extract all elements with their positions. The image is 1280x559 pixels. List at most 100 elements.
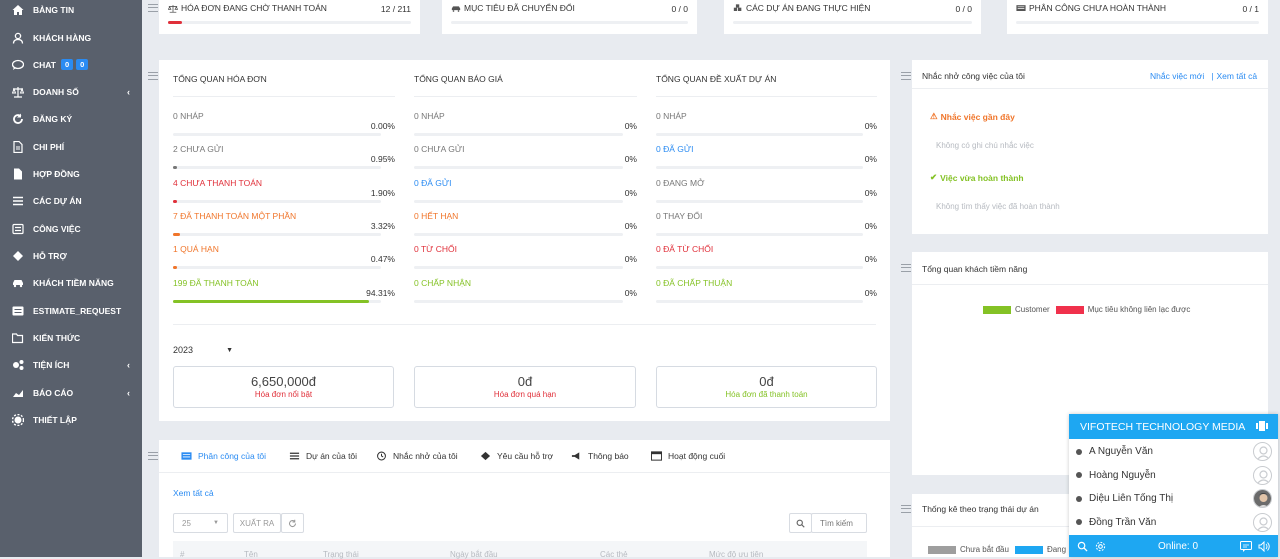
- status-progress: [656, 266, 863, 269]
- legend-label[interactable]: Đang: [1047, 545, 1066, 554]
- chat-expand-icon[interactable]: [1256, 421, 1268, 431]
- sidebar-item-14[interactable]: BÁO CÁO ‹: [0, 379, 142, 406]
- stat-card-3[interactable]: PHÂN CÔNG CHƯA HOÀN THÀNH 0 / 1: [1007, 0, 1268, 34]
- status-label: CHƯA GỬI: [180, 144, 224, 154]
- status-count: 0: [656, 211, 661, 221]
- search-button[interactable]: [789, 513, 812, 533]
- invoice-summary-box[interactable]: 0đ Hóa đơn đã thanh toán: [656, 366, 877, 408]
- sidebar-item-9[interactable]: HỖ TRỢ: [0, 242, 142, 269]
- status-percent: 0%: [624, 288, 637, 298]
- chevron-left-icon[interactable]: ‹: [127, 87, 130, 97]
- project-stats-menu-icon[interactable]: [901, 505, 911, 513]
- status-label: NHÁP: [421, 111, 445, 121]
- tab-1[interactable]: Dự án của tôi: [289, 451, 357, 461]
- message-icon[interactable]: [1240, 540, 1252, 552]
- reminders-menu-icon[interactable]: [901, 72, 911, 80]
- status-percent: 94.31%: [366, 288, 395, 298]
- chat-badge: 0: [76, 59, 89, 70]
- sidebar-item-4[interactable]: ĐĂNG KÝ: [0, 105, 142, 132]
- chat-user[interactable]: Hoàng Nguyễn: [1069, 464, 1278, 487]
- table-column-header[interactable]: Mức độ ưu tiên: [709, 550, 763, 559]
- tab-5[interactable]: Hoạt động cuối: [651, 451, 725, 461]
- invoices-overview-title: TỔNG QUAN HÓA ĐƠN: [173, 74, 267, 84]
- status-percent: 0%: [864, 221, 877, 231]
- recent-empty-text: Không có ghi chú nhắc việc: [936, 141, 1034, 150]
- tab-0[interactable]: Phân công của tôi: [181, 451, 266, 461]
- legend-label[interactable]: Chưa bắt đầu: [960, 545, 1009, 554]
- cubes-icon: [733, 3, 742, 11]
- status-progress: [414, 300, 623, 303]
- search-input[interactable]: [811, 513, 867, 533]
- status-label: ĐÃ GỬI: [663, 144, 694, 154]
- stats-menu-icon[interactable]: [148, 4, 158, 12]
- sidebar-item-12[interactable]: KIẾN THỨC: [0, 324, 142, 351]
- view-all-reminders-link[interactable]: Xem tất cả: [1216, 71, 1257, 81]
- tab-4[interactable]: Thông báo: [571, 451, 629, 461]
- chat-badge: 0: [60, 59, 74, 70]
- stat-card-0[interactable]: HÓA ĐƠN ĐANG CHỜ THANH TOÁN 12 / 211: [159, 0, 420, 34]
- sidebar-item-7[interactable]: CÁC DỰ ÁN: [0, 187, 142, 214]
- table-column-header[interactable]: Ngày bắt đầu: [450, 550, 498, 559]
- sidebar-item-10[interactable]: KHÁCH TIỀM NĂNG: [0, 269, 142, 296]
- table-column-header[interactable]: Trạng thái: [323, 550, 359, 559]
- status-label: ĐÃ THANH TOÁN: [189, 278, 259, 288]
- status-percent: 3.32%: [370, 221, 395, 231]
- status-percent: 0%: [864, 188, 877, 198]
- new-reminder-link[interactable]: Nhắc việc mới: [1150, 71, 1204, 81]
- tab-label: Thông báo: [588, 451, 629, 461]
- search-icon[interactable]: [1077, 541, 1088, 552]
- volume-icon[interactable]: [1258, 540, 1270, 552]
- invoice-summary-box[interactable]: 6,650,000đ Hóa đơn nổi bật: [173, 366, 394, 408]
- sidebar-item-0[interactable]: BẢNG TIN: [0, 0, 142, 23]
- chevron-left-icon[interactable]: ‹: [127, 388, 130, 398]
- invoice-summary-box[interactable]: 0đ Hóa đơn quá hạn: [414, 366, 636, 408]
- stat-progress: [451, 21, 688, 24]
- sidebar-item-13[interactable]: TIỆN ÍCH ‹: [0, 351, 142, 378]
- tasks-menu-icon[interactable]: [148, 452, 158, 460]
- reminders-title: Nhắc nhở công việc của tôi: [922, 71, 1025, 81]
- overview-menu-icon[interactable]: [148, 72, 158, 80]
- stat-card-2[interactable]: CÁC DỰ ÁN ĐANG THỰC HIỆN 0 / 0: [724, 0, 981, 34]
- table-column-header[interactable]: Tên: [244, 550, 258, 559]
- status-percent: 0.95%: [370, 154, 395, 164]
- sidebar-item-15[interactable]: THIẾT LẬP: [0, 406, 142, 433]
- legend-label[interactable]: Mục tiêu không liên lạc được: [1088, 305, 1191, 314]
- chat-user[interactable]: A Nguyễn Văn: [1069, 440, 1278, 463]
- table-column-header[interactable]: Các thẻ: [600, 550, 628, 559]
- gear-icon[interactable]: [1095, 541, 1106, 552]
- sidebar-item-label: KHÁCH TIỀM NĂNG: [33, 277, 114, 288]
- leads-menu-icon[interactable]: [901, 264, 911, 272]
- tab-label: Dự án của tôi: [306, 451, 358, 461]
- sidebar-item-8[interactable]: CÔNG VIỆC: [0, 215, 142, 242]
- legend-label[interactable]: Customer: [1015, 305, 1050, 314]
- view-all-link[interactable]: Xem tất cả: [173, 488, 214, 498]
- chat-header[interactable]: VIFOTECH TECHNOLOGY MEDIA: [1069, 414, 1278, 439]
- tab-3[interactable]: Yêu cầu hỗ trợ: [480, 451, 553, 461]
- sidebar-item-11[interactable]: ESTIMATE_REQUEST: [0, 297, 142, 324]
- chat-user[interactable]: Đồng Trần Văn: [1069, 511, 1278, 534]
- sidebar-item-label: KIẾN THỨC: [33, 332, 81, 343]
- sidebar-item-6[interactable]: HỢP ĐỒNG: [0, 160, 142, 187]
- year-select[interactable]: 2023 ▼: [173, 345, 233, 355]
- status-progress: [656, 300, 863, 303]
- status-label: ĐÃ CHẤP THUẬN: [663, 278, 733, 288]
- sidebar-item-2[interactable]: CHAT 0 0: [0, 51, 142, 78]
- page-size-select[interactable]: 25 ▼: [173, 513, 228, 533]
- sidebar-item-1[interactable]: KHÁCH HÀNG: [0, 24, 142, 51]
- sidebar-item-5[interactable]: CHI PHÍ: [0, 133, 142, 160]
- table-column-header[interactable]: #: [180, 550, 184, 559]
- stat-card-1[interactable]: MỤC TIÊU ĐÃ CHUYỂN ĐỔI 0 / 0: [442, 0, 697, 34]
- reload-button[interactable]: [281, 513, 304, 533]
- year-value: 2023: [173, 345, 194, 355]
- tab-2[interactable]: Nhắc nhở của tôi: [376, 451, 458, 461]
- chevron-left-icon[interactable]: ‹: [127, 360, 130, 370]
- export-button[interactable]: XUẤT RA: [233, 513, 281, 533]
- status-count: 1: [173, 244, 178, 254]
- sidebar-item-3[interactable]: DOANH SỐ ‹: [0, 78, 142, 105]
- status-dot: [1076, 448, 1082, 455]
- divider: [656, 96, 877, 97]
- stat-progress: [733, 21, 972, 24]
- online-count: Online: 0: [1158, 540, 1199, 552]
- status-label: ĐÃ GỬI: [421, 178, 452, 188]
- chat-user[interactable]: Diệu Liên Tống Thị: [1069, 487, 1278, 510]
